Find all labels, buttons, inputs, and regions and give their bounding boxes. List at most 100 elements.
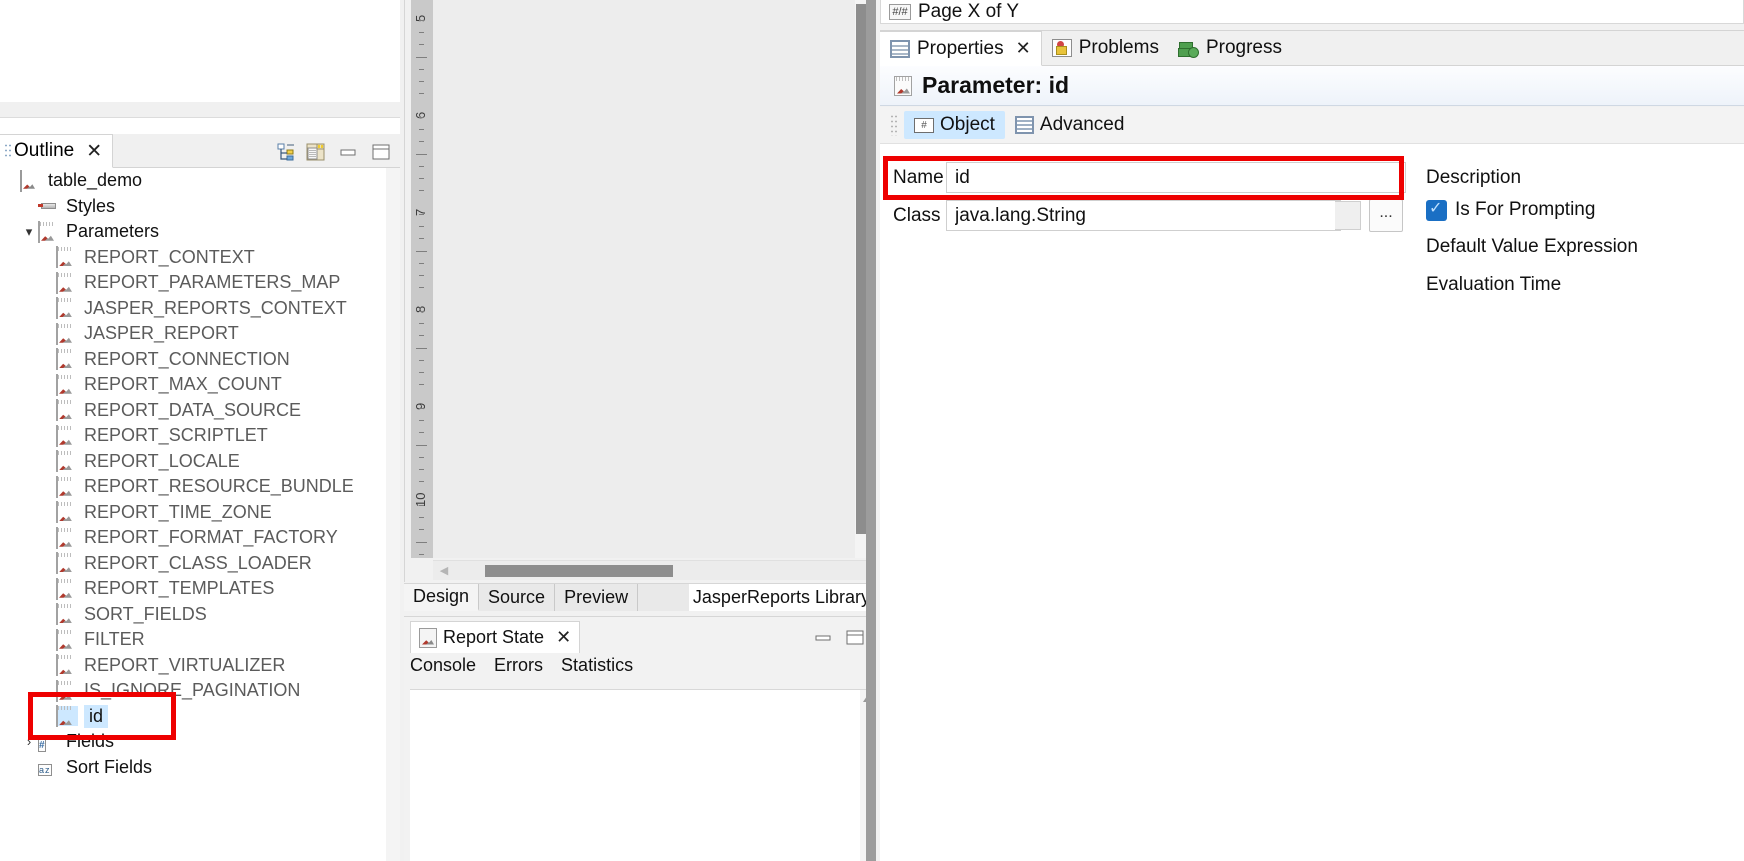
report-state-subtab-errors[interactable]: Errors — [494, 655, 543, 676]
subtab-advanced[interactable]: Advanced — [1005, 111, 1135, 139]
outline-tree[interactable]: table_demoStyles▾ParametersREPORT_CONTEX… — [0, 168, 386, 861]
tree-item[interactable]: REPORT_PARAMETERS_MAP — [0, 270, 386, 296]
parameter-icon — [56, 400, 78, 420]
tree-item[interactable]: REPORT_TEMPLATES — [0, 576, 386, 602]
report-state-panel: Report State ✕ Console Errors Statistics — [404, 616, 874, 861]
tree-item[interactable]: REPORT_FORMAT_FACTORY — [0, 525, 386, 551]
tree-item[interactable]: REPORT_MAX_COUNT — [0, 372, 386, 398]
tab-source[interactable]: Source — [479, 584, 555, 611]
tree-item[interactable]: REPORT_SCRIPTLET — [0, 423, 386, 449]
parameter-icon-glyph — [56, 425, 58, 447]
is-for-prompting-checkbox[interactable] — [1426, 200, 1447, 221]
page-x-of-y-element[interactable]: #/# Page X of Y — [880, 0, 1744, 24]
parameter-icon — [56, 502, 78, 522]
editor-mode-tabs: DesignSourcePreviewJasperReports Library — [404, 583, 874, 611]
report-state-subtab-console[interactable]: Console — [410, 655, 476, 676]
ruler-tick — [419, 190, 424, 191]
tree-item[interactable]: SORT_FIELDS — [0, 602, 386, 628]
canvas-horizontal-scrollbar[interactable]: ◀ — [433, 560, 869, 580]
report-doc-icon-glyph — [20, 170, 22, 192]
tree-item[interactable]: REPORT_DATA_SOURCE — [0, 398, 386, 424]
tree-item[interactable]: REPORT_CONTEXT — [0, 245, 386, 271]
tab-properties[interactable]: Properties ✕ — [880, 31, 1042, 66]
maximize-icon[interactable] — [370, 142, 392, 162]
report-doc-icon — [419, 628, 437, 648]
upper-left-horizontal-scrollbar[interactable] — [0, 102, 400, 118]
minimize-icon[interactable] — [812, 629, 834, 647]
ruler-tick — [419, 420, 424, 421]
filter-icon[interactable] — [305, 142, 327, 162]
properties-panel: #/# Page X of Y Properties ✕ Problems Progr… — [876, 0, 1744, 861]
scroll-left-arrow-icon[interactable]: ◀ — [437, 564, 451, 578]
report-design-canvas[interactable] — [433, 0, 869, 558]
close-icon[interactable]: ✕ — [1016, 38, 1031, 59]
report-state-tab-label: Report State — [443, 627, 544, 648]
tab-report-state[interactable]: Report State ✕ — [410, 621, 580, 653]
tree-item[interactable]: Sort Fields — [0, 755, 386, 781]
maximize-icon[interactable] — [844, 629, 866, 647]
tab-label: Problems — [1079, 37, 1159, 59]
tree-item[interactable]: JASPER_REPORTS_CONTEXT — [0, 296, 386, 322]
tab-design[interactable]: Design — [404, 584, 479, 611]
panel-divider[interactable] — [866, 0, 876, 861]
tree-item[interactable]: ▾Parameters — [0, 219, 386, 245]
tab-problems[interactable]: Problems — [1042, 31, 1169, 65]
close-icon[interactable]: ✕ — [86, 142, 102, 161]
tree-item[interactable]: FILTER — [0, 627, 386, 653]
tab-outline[interactable]: Outline ✕ — [0, 134, 113, 168]
parameter-icon — [56, 375, 78, 395]
parameter-icon — [56, 604, 78, 624]
tab-progress[interactable]: Progress — [1169, 31, 1292, 65]
tree-item[interactable]: JASPER_REPORT — [0, 321, 386, 347]
upper-left-empty-area — [0, 0, 400, 100]
design-canvas-area: 5678910 ◀ — [404, 0, 870, 582]
tree-item[interactable]: REPORT_CLASS_LOADER — [0, 551, 386, 577]
ruler-tick — [419, 469, 424, 470]
minimize-icon[interactable] — [337, 142, 359, 162]
tree-item[interactable]: ›Fields — [0, 729, 386, 755]
ruler-tick — [416, 57, 427, 58]
tree-item[interactable]: REPORT_TIME_ZONE — [0, 500, 386, 526]
tab-preview[interactable]: Preview — [555, 584, 638, 611]
close-icon[interactable]: ✕ — [556, 627, 571, 648]
tree-item-label: JASPER_REPORTS_CONTEXT — [84, 298, 347, 319]
tree-item[interactable]: Styles — [0, 194, 386, 220]
outline-vertical-scrollbar[interactable] — [386, 168, 400, 861]
tree-item[interactable]: REPORT_LOCALE — [0, 449, 386, 475]
ruler-tick — [419, 275, 424, 276]
tree-item[interactable]: REPORT_RESOURCE_BUNDLE — [0, 474, 386, 500]
ruler-tick — [419, 129, 424, 130]
ruler-tick — [419, 141, 424, 142]
ruler-tick — [419, 432, 424, 433]
tree-item-label: REPORT_VIRTUALIZER — [84, 655, 285, 676]
tree-item-label: REPORT_DATA_SOURCE — [84, 400, 301, 421]
outline-tree-item-id[interactable]: id — [0, 704, 386, 730]
tree-item-label: REPORT_TIME_ZONE — [84, 502, 272, 523]
sort-tree-icon[interactable] — [275, 142, 297, 162]
tree-item[interactable]: REPORT_CONNECTION — [0, 347, 386, 373]
designer-panel: 5678910 ◀ DesignSourcePreviewJasperRepor… — [400, 0, 875, 861]
ruler-tick — [416, 445, 427, 446]
report-state-subtab-statistics[interactable]: Statistics — [561, 655, 633, 676]
evaluation-time-label: Evaluation Time — [1426, 274, 1561, 296]
expand-collapse-icon[interactable]: ▾ — [20, 224, 38, 240]
canvas-hscrollbar-thumb[interactable] — [485, 565, 673, 577]
tree-item[interactable]: table_demo — [0, 168, 386, 194]
tree-item[interactable]: IS_IGNORE_PAGINATION — [0, 678, 386, 704]
outline-panel: Outline ✕ — [0, 0, 400, 861]
tree-item-label: JASPER_REPORT — [84, 323, 239, 344]
expand-collapse-icon[interactable]: › — [20, 734, 38, 749]
class-combo-button[interactable] — [1335, 201, 1361, 230]
parameter-icon-glyph — [56, 323, 58, 345]
tab-label: Properties — [917, 38, 1004, 60]
class-browse-button[interactable]: ... — [1369, 199, 1403, 232]
ruler-tick — [419, 360, 424, 361]
is-for-prompting-label: Is For Prompting — [1455, 199, 1595, 221]
parameter-icon — [56, 477, 78, 497]
parameter-icon-glyph — [38, 221, 40, 243]
tree-item[interactable]: REPORT_VIRTUALIZER — [0, 653, 386, 679]
subtab-object[interactable]: #Object — [904, 111, 1005, 139]
class-input[interactable] — [946, 200, 1341, 231]
name-input[interactable] — [946, 162, 1406, 193]
advanced-icon — [1015, 116, 1034, 134]
